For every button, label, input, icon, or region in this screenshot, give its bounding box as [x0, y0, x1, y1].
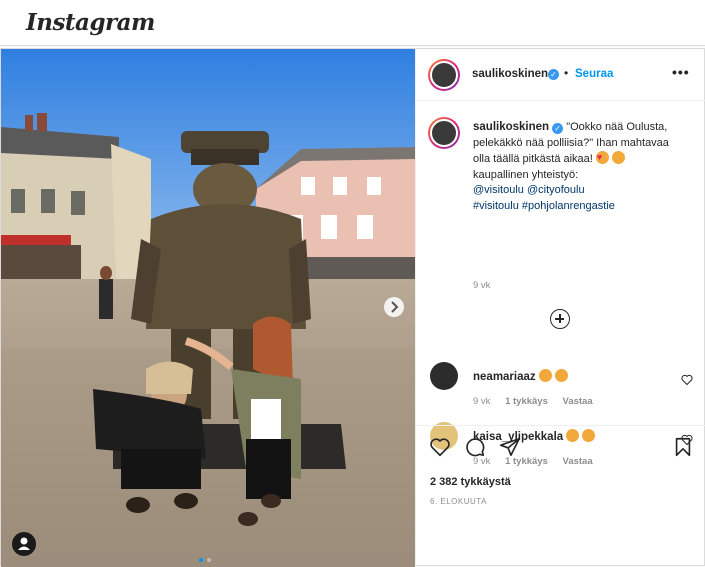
bookmark-icon[interactable]	[672, 436, 694, 458]
more-icon[interactable]: •••	[672, 64, 690, 80]
caption-line-1: "Ookko nää Oulusta,	[566, 121, 668, 133]
caption-line-3: olla täällä pitkästä aikaa!	[473, 153, 593, 165]
post-photo[interactable]	[1, 49, 415, 567]
likes-count[interactable]: 2 382 tykkäystä	[430, 476, 511, 488]
verified-icon: ✓	[548, 69, 559, 80]
caption-author-username[interactable]: saulikoskinen	[473, 121, 549, 133]
heart-emoji-icon	[595, 150, 609, 166]
comment-username[interactable]: neamariaaz	[473, 371, 536, 383]
top-bar: Instagram	[0, 0, 705, 46]
post-container: saulikoskinen ✓ • Seuraa ••• saulikoskin…	[0, 48, 705, 567]
heart-eyes-emoji-icon	[538, 369, 552, 382]
comment-text: neamariaaz	[473, 369, 568, 383]
author-avatar[interactable]	[428, 59, 460, 91]
comment-likes[interactable]: 1 tykkäys	[505, 396, 548, 407]
user-tag-icon[interactable]	[12, 532, 36, 556]
comment-icon[interactable]	[464, 436, 486, 458]
caption-line-4: kaupallinen yhteistyö:	[473, 168, 579, 181]
comment-item: neamariaaz 9 vk 1 tykkäys Vastaa	[416, 362, 705, 418]
author-username[interactable]: saulikoskinen	[472, 68, 548, 80]
post-date: 6. ELOKUUTA	[430, 497, 487, 506]
caption-line-2: pelekäkkö nää polliisia?" Ihan mahtavaa	[473, 136, 669, 149]
comment-like-icon[interactable]	[681, 374, 693, 386]
heart-eyes-emoji-icon	[554, 369, 568, 382]
hands-emoji-icon	[611, 151, 625, 164]
carousel-dot	[207, 558, 211, 562]
photo-image	[1, 49, 415, 567]
follow-button[interactable]: Seuraa	[575, 68, 613, 80]
post-sidebar: saulikoskinen ✓ • Seuraa ••• saulikoskin…	[415, 49, 705, 567]
caption-text: saulikoskinen ✓ "Ookko nää Oulusta, pele…	[473, 120, 699, 214]
caption-hashtags[interactable]: #visitoulu #pohjolanrengastie	[473, 200, 615, 212]
instagram-logo[interactable]: Instagram	[26, 9, 155, 36]
comment-time: 9 vk	[473, 396, 491, 407]
comment-meta: 9 vk 1 tykkäys Vastaa	[473, 396, 605, 407]
comments-area[interactable]: saulikoskinen ✓ "Ookko nää Oulusta, pele…	[416, 102, 705, 467]
heart-icon[interactable]	[429, 436, 451, 458]
carousel-dot-active	[199, 558, 203, 562]
separator-dot: •	[564, 66, 569, 80]
load-more-comments-icon[interactable]	[550, 309, 570, 329]
verified-icon: ✓	[552, 123, 564, 134]
caption-time: 9 vk	[473, 280, 491, 291]
post-header: saulikoskinen ✓ • Seuraa •••	[416, 49, 705, 101]
next-arrow-icon[interactable]	[384, 297, 404, 317]
carousel-dots	[199, 549, 211, 567]
comment-avatar[interactable]	[430, 362, 458, 390]
caption-mentions[interactable]: @visitoulu @cityofoulu	[473, 184, 585, 196]
caption-author-avatar[interactable]	[428, 117, 460, 149]
comment-reply[interactable]: Vastaa	[563, 396, 593, 407]
post-actions: 2 382 tykkäystä 6. ELOKUUTA	[416, 425, 705, 567]
share-icon[interactable]	[499, 436, 521, 458]
